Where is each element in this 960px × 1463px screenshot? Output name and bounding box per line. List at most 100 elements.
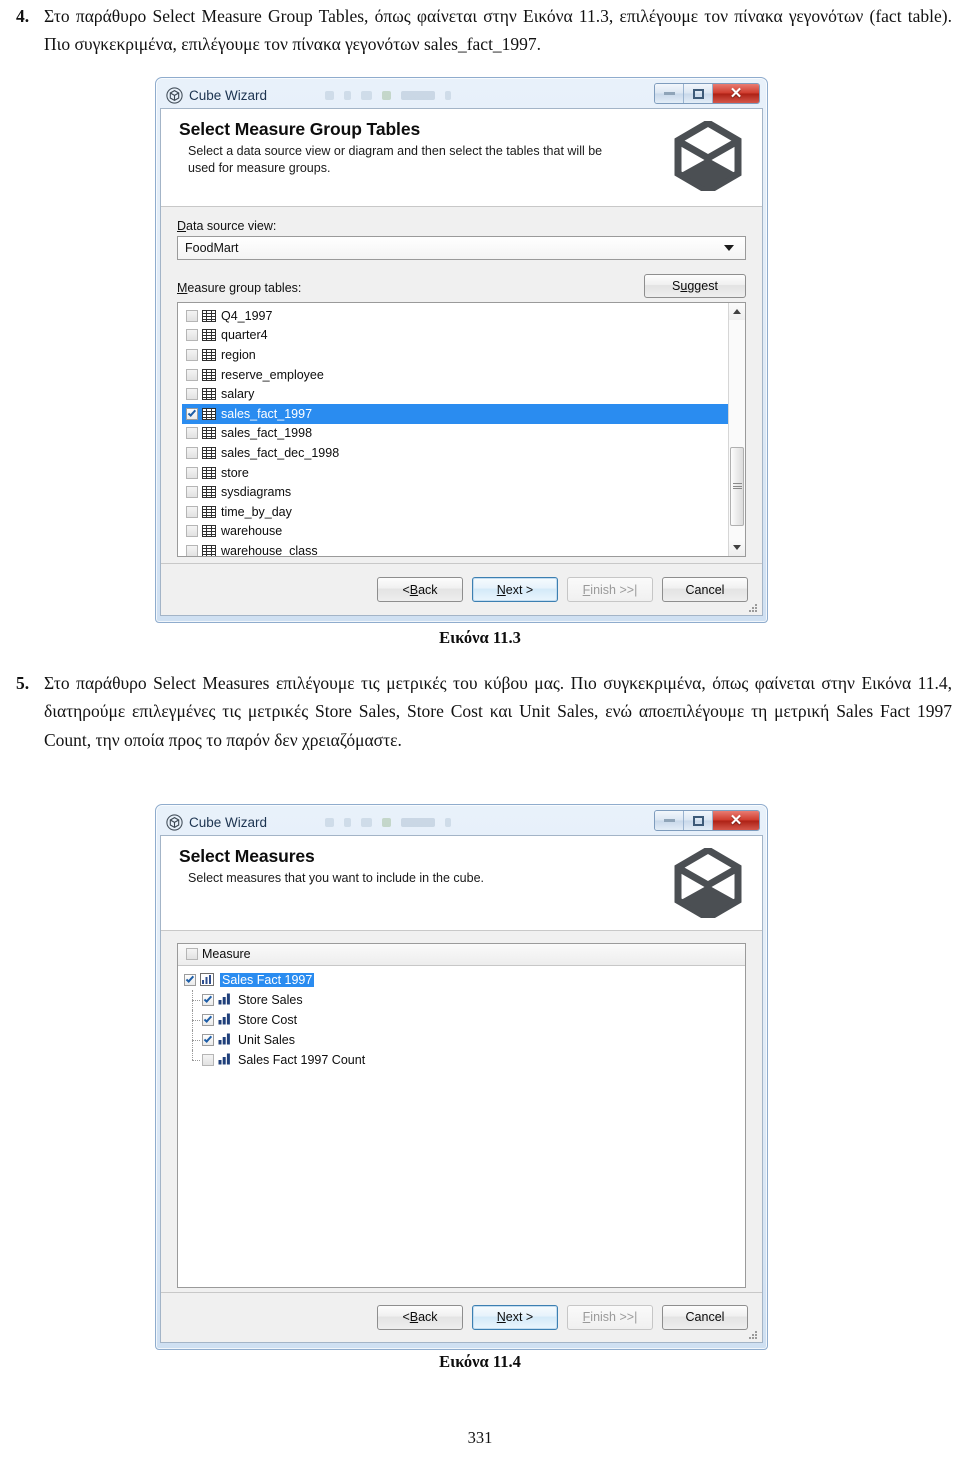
table-icon xyxy=(202,446,216,459)
dialog2-page-subtitle: Select measures that you want to include… xyxy=(188,871,485,885)
list-item-label: quarter4 xyxy=(221,328,268,343)
scrollbar-thumb[interactable] xyxy=(730,447,744,526)
finish-accel: F xyxy=(582,1310,591,1325)
list-item[interactable]: warehouse xyxy=(182,522,728,542)
list-item[interactable]: warehouse_class xyxy=(182,541,728,556)
dialog1-window-buttons[interactable]: ✕ xyxy=(654,83,760,104)
dialog2-window-buttons[interactable]: ✕ xyxy=(654,810,760,831)
table-icon xyxy=(202,505,216,518)
next-button[interactable]: Next > xyxy=(472,1304,558,1330)
list-item[interactable]: store xyxy=(182,463,728,483)
list-item-label: sales_fact_1998 xyxy=(221,426,313,441)
measures-tree[interactable]: Measure Sales Fact 1997 Store Sales Stor… xyxy=(177,942,746,1288)
dialog1-page-title: Select Measure Group Tables xyxy=(179,119,421,139)
minimize-icon[interactable] xyxy=(655,84,684,103)
row-checkbox[interactable] xyxy=(186,348,198,361)
header-checkbox[interactable] xyxy=(186,948,198,961)
dialog1-titlebar[interactable]: Cube Wizard ✕ xyxy=(160,82,763,108)
dialog2-title: Cube Wizard xyxy=(189,814,268,830)
cube-icon xyxy=(166,813,183,831)
page-number: 331 xyxy=(467,1428,493,1447)
measure-group-tables-listbox[interactable]: Q4_1997 quarter4 region reserve_employee… xyxy=(177,302,746,557)
cube-wizard-dialog-select-measures[interactable]: Cube Wizard ✕ Select Measures Select mea… xyxy=(155,804,768,1350)
list-item[interactable]: region xyxy=(182,345,728,365)
measures-column-header: Measure xyxy=(202,947,251,962)
row-checkbox-checked[interactable] xyxy=(202,993,214,1006)
maximize-icon[interactable] xyxy=(684,84,713,103)
cube-outline-icon xyxy=(674,118,742,196)
scroll-up-icon[interactable] xyxy=(729,303,745,320)
cancel-button[interactable]: Cancel xyxy=(662,577,748,602)
row-checkbox[interactable] xyxy=(186,466,198,479)
back-button[interactable]: < Back xyxy=(377,577,463,602)
list-item[interactable]: quarter4 xyxy=(182,326,728,346)
cube-icon xyxy=(166,86,183,104)
tree-item[interactable]: Unit Sales xyxy=(184,1029,745,1050)
row-checkbox[interactable] xyxy=(186,368,198,381)
dialog2-client-area: Select Measures Select measures that you… xyxy=(160,835,763,1343)
close-icon[interactable]: ✕ xyxy=(713,84,759,103)
dialog2-titlebar[interactable]: Cube Wizard ✕ xyxy=(160,809,763,835)
list-item[interactable]: salary xyxy=(182,384,728,404)
suggest-accel: u xyxy=(680,279,688,293)
list-item[interactable]: sales_fact_dec_1998 xyxy=(182,443,728,463)
cube-wizard-dialog-measure-group-tables[interactable]: Cube Wizard ✕ Select Measure Group Table… xyxy=(155,77,768,623)
finish-button: Finish >>| xyxy=(567,577,653,602)
table-icon xyxy=(202,407,216,420)
finish-button: Finish >>| xyxy=(567,1304,653,1330)
scroll-down-icon[interactable] xyxy=(729,539,745,556)
back-button[interactable]: < Back xyxy=(377,1304,463,1330)
row-checkbox-checked[interactable] xyxy=(202,1013,214,1026)
close-glyph: ✕ xyxy=(729,812,743,829)
row-checkbox[interactable] xyxy=(186,505,198,518)
cancel-button[interactable]: Cancel xyxy=(662,1304,748,1330)
figure-caption-1: Εικόνα 11.3 xyxy=(439,628,521,647)
table-icon xyxy=(202,329,216,342)
row-checkbox[interactable] xyxy=(186,388,198,401)
list-item-label: time_by_day xyxy=(221,504,292,519)
table-icon xyxy=(202,544,216,556)
minimize-icon[interactable] xyxy=(655,811,684,830)
chevron-down-icon[interactable] xyxy=(724,245,734,251)
row-checkbox[interactable] xyxy=(186,427,198,440)
row-checkbox[interactable] xyxy=(186,446,198,459)
paragraph-5-text: Στο παράθυρο Select Measures επιλέγουμε … xyxy=(44,673,952,750)
root-checkbox-checked[interactable] xyxy=(184,973,196,986)
list-item[interactable]: time_by_day xyxy=(182,502,728,522)
tree-item-label: Sales Fact 1997 Count xyxy=(238,1052,366,1067)
next-accel: N xyxy=(496,1310,506,1325)
tree-item[interactable]: Store Sales xyxy=(184,989,745,1010)
row-checkbox[interactable] xyxy=(186,329,198,342)
row-checkbox[interactable] xyxy=(186,544,198,556)
data-source-view-value: FoodMart xyxy=(185,241,239,255)
row-checkbox-checked[interactable] xyxy=(202,1033,214,1046)
list-item[interactable]: sales_fact_1998 xyxy=(182,424,728,444)
list-item[interactable]: sysdiagrams xyxy=(182,482,728,502)
resize-grip-icon[interactable] xyxy=(747,601,759,613)
row-checkbox[interactable] xyxy=(186,309,198,322)
list-item[interactable]: reserve_employee xyxy=(182,365,728,385)
dialog2-page-title: Select Measures xyxy=(179,846,315,866)
close-icon[interactable]: ✕ xyxy=(713,811,759,830)
suggest-button[interactable]: Su ggest xyxy=(644,274,746,298)
scrollbar-track[interactable] xyxy=(729,320,745,539)
tree-item[interactable]: Store Cost xyxy=(184,1009,745,1030)
list-item-selected[interactable]: sales_fact_1997 xyxy=(182,403,728,424)
row-checkbox[interactable] xyxy=(186,525,198,538)
tree-root-row[interactable]: Sales Fact 1997 xyxy=(184,970,745,990)
maximize-icon[interactable] xyxy=(684,811,713,830)
row-checkbox[interactable] xyxy=(202,1053,214,1066)
next-button[interactable]: Next > xyxy=(472,577,558,602)
row-checkbox-checked[interactable] xyxy=(186,407,198,420)
measures-tree-header[interactable]: Measure xyxy=(178,943,745,966)
tree-item[interactable]: Sales Fact 1997 Count xyxy=(184,1049,745,1070)
resize-grip-icon[interactable] xyxy=(747,1328,759,1340)
listbox-vertical-scrollbar[interactable] xyxy=(728,303,745,556)
row-checkbox[interactable] xyxy=(186,486,198,499)
list-item-label: sales_fact_1997 xyxy=(221,406,313,421)
data-source-view-label: Data source view: xyxy=(177,219,746,233)
list-item[interactable]: Q4_1997 xyxy=(182,306,728,326)
dialog1-title: Cube Wizard xyxy=(189,87,268,103)
list-item-label: store xyxy=(221,465,249,480)
data-source-view-dropdown[interactable]: FoodMart xyxy=(177,236,746,260)
